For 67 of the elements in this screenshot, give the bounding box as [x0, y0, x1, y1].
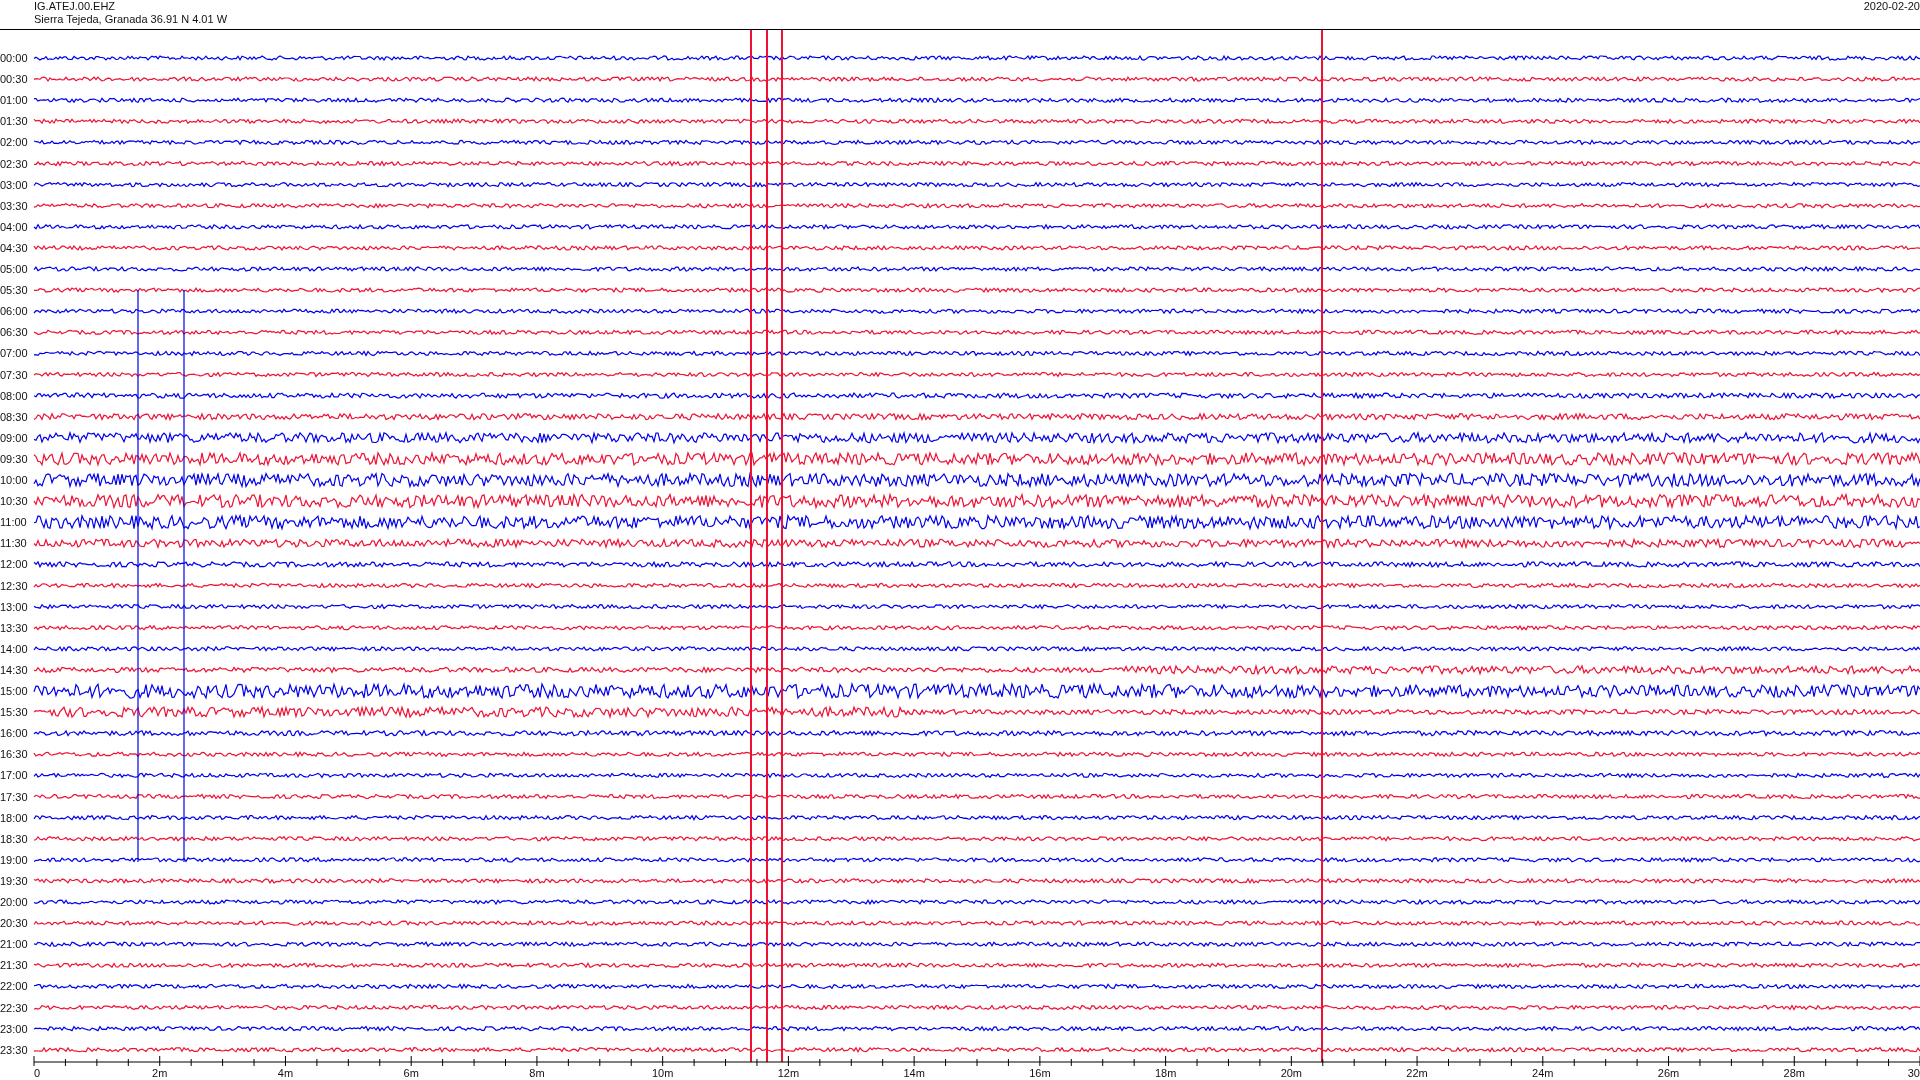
station-code: IG.ATEJ.00.EHZ	[34, 0, 117, 13]
axis-label: 12m	[777, 1067, 800, 1079]
hour-label: 07:00	[0, 347, 28, 360]
hour-label: 04:00	[0, 220, 28, 233]
hour-label: 11:30	[0, 537, 27, 550]
hour-label: 14:30	[0, 663, 28, 676]
hour-label: 01:30	[0, 115, 28, 128]
axis-label: 28m	[1783, 1067, 1805, 1079]
hour-label: 07:30	[0, 368, 28, 381]
hour-label: 05:30	[0, 284, 28, 297]
hour-label: 12:00	[0, 558, 28, 571]
hour-label: 19:30	[0, 874, 28, 887]
hour-label: 04:30	[0, 241, 28, 254]
hour-label: 11:00	[0, 516, 27, 529]
hour-label: 23:00	[0, 1022, 28, 1035]
axis-label: 18m	[1154, 1067, 1177, 1079]
axis-label: 14m	[903, 1067, 925, 1079]
hour-label: 15:30	[0, 706, 28, 719]
hour-label: 18:00	[0, 811, 28, 824]
hour-label: 10:00	[0, 474, 28, 486]
hour-label: 22:30	[0, 1001, 28, 1014]
hour-label: 06:30	[0, 326, 28, 339]
axis-label: 8m	[529, 1067, 545, 1079]
hour-label: 08:00	[0, 389, 28, 402]
hour-label: 18:30	[0, 832, 28, 845]
hour-label: 08:30	[0, 410, 28, 423]
hour-label: 23:30	[0, 1043, 28, 1056]
axis-label: 2m	[152, 1067, 168, 1079]
station-location: Sierra Tejeda, Granada 36.91 N 4.01 W	[34, 13, 228, 26]
hour-label: 13:30	[0, 621, 28, 634]
axis-label: 26m	[1657, 1067, 1680, 1079]
hour-label: 00:30	[0, 73, 28, 86]
axis-label: 22m	[1406, 1067, 1428, 1079]
axis-label: 10m	[651, 1067, 674, 1079]
hour-label: 09:30	[0, 452, 28, 465]
hour-label: 20:00	[0, 896, 28, 908]
hour-label: 10:30	[0, 495, 28, 508]
hour-label: 13:00	[0, 600, 28, 613]
hour-label: 17:00	[0, 769, 28, 782]
axis-label: 4m	[277, 1067, 294, 1079]
hour-label: 02:00	[0, 136, 28, 149]
axis-label: 16m	[1029, 1067, 1051, 1079]
hour-label: 06:00	[0, 305, 28, 318]
hour-label: 16:00	[0, 727, 28, 740]
hour-label: 03:30	[0, 199, 28, 212]
hour-label: 01:00	[0, 94, 28, 107]
axis-label: 30	[1907, 1067, 1920, 1079]
hour-label: 14:00	[0, 642, 28, 655]
hour-label: 12:30	[0, 579, 28, 592]
hour-label: 21:30	[0, 959, 28, 972]
hour-label: 00:00	[0, 52, 28, 64]
hour-label: 16:30	[0, 748, 28, 761]
hour-label: 05:00	[0, 263, 28, 275]
hour-label: 22:00	[0, 980, 28, 993]
hour-label: 03:00	[0, 178, 28, 191]
hour-label: 21:00	[0, 938, 28, 951]
axis-label: 6m	[403, 1067, 419, 1079]
axis-label: 20m	[1280, 1067, 1303, 1079]
hour-label: 20:30	[0, 917, 28, 930]
axis-label: 0	[34, 1067, 41, 1079]
hour-label: 02:30	[0, 157, 28, 170]
axis-label: 24m	[1532, 1067, 1554, 1079]
hour-label: 19:00	[0, 853, 28, 866]
hour-label: 15:00	[0, 685, 28, 697]
hour-label: 09:00	[0, 431, 28, 444]
record-date: 2020-02-20	[1863, 0, 1920, 13]
hour-label: 17:30	[0, 790, 28, 803]
